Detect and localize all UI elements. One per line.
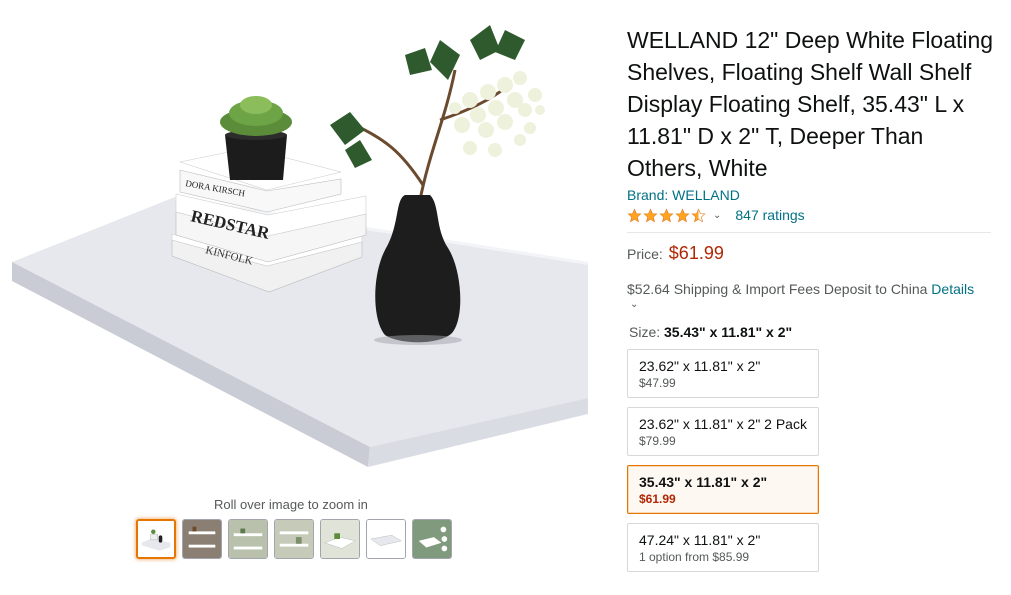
thumbnail-strip [136, 519, 452, 559]
product-main-image[interactable]: DORA KIRSCH REDSTAR KINFOLK [0, 0, 605, 495]
ratings-count-link[interactable]: 847 ratings [735, 207, 804, 223]
product-info: WELLAND 12" Deep White Floating Shelves,… [627, 24, 997, 581]
thumbnail-5[interactable] [320, 519, 360, 559]
size-option-selected[interactable]: 35.43" x 11.81" x 2" $61.99 [627, 465, 819, 514]
size-option[interactable]: 47.24" x 11.81" x 2" 1 option from $85.9… [627, 523, 819, 572]
size-option-dimensions: 47.24" x 11.81" x 2" [639, 532, 761, 548]
shelf-illustration: DORA KIRSCH REDSTAR KINFOLK [12, 25, 588, 467]
price-label: Price: [627, 246, 663, 262]
thumbnail-3[interactable] [228, 519, 268, 559]
product-title: WELLAND 12" Deep White Floating Shelves,… [627, 27, 994, 181]
thumbnail-4[interactable] [274, 519, 314, 559]
zoom-hint: Roll over image to zoom in [214, 497, 368, 512]
size-option-price: $47.99 [639, 376, 676, 390]
size-option[interactable]: 23.62" x 11.81" x 2" $47.99 [627, 349, 819, 398]
flower-cluster [449, 71, 545, 157]
price-row: Price: $61.99 [627, 243, 997, 264]
size-selected-value: 35.43" x 11.81" x 2" [664, 324, 793, 340]
caret-down-icon[interactable]: ⌄ [713, 210, 721, 221]
shipping-details-link[interactable]: Details [931, 281, 974, 297]
size-option[interactable]: 23.62" x 11.81" x 2" 2 Pack $79.99 [627, 407, 819, 456]
size-option-dimensions: 23.62" x 11.81" x 2" 2 Pack [639, 416, 807, 432]
thumbnail-1[interactable] [136, 519, 176, 559]
brand-link[interactable]: Brand: WELLAND [627, 187, 997, 203]
thumbnail-6[interactable] [366, 519, 406, 559]
divider [627, 232, 991, 233]
succulent-plant [220, 96, 292, 180]
rating-row: ⌄ 847 ratings [627, 204, 997, 226]
star-icon [675, 207, 690, 222]
size-options: 23.62" x 11.81" x 2" $47.99 23.62" x 11.… [627, 349, 997, 572]
thumbnail-2[interactable] [182, 519, 222, 559]
size-option-price: 1 option from $85.99 [639, 550, 750, 564]
size-option-dimensions: 23.62" x 11.81" x 2" [639, 358, 761, 374]
shipping-text: $52.64 Shipping & Import Fees Deposit to… [627, 281, 928, 297]
thumbnail-7[interactable] [412, 519, 452, 559]
half-star-icon [691, 207, 706, 222]
price-value: $61.99 [668, 243, 724, 263]
size-option-dimensions: 35.43" x 11.81" x 2" [639, 474, 768, 490]
size-option-price: $61.99 [639, 492, 676, 506]
star-icon [627, 207, 642, 222]
size-option-price: $79.99 [639, 434, 676, 448]
size-label-row: Size: 35.43" x 11.81" x 2" [629, 324, 997, 340]
size-label: Size: [629, 324, 661, 340]
star-rating[interactable] [627, 207, 707, 223]
star-icon [659, 207, 674, 222]
chevron-down-icon[interactable]: ⌄ [630, 299, 997, 310]
shipping-info: $52.64 Shipping & Import Fees Deposit to… [627, 281, 997, 310]
star-icon [643, 207, 658, 222]
black-vase [374, 195, 462, 345]
